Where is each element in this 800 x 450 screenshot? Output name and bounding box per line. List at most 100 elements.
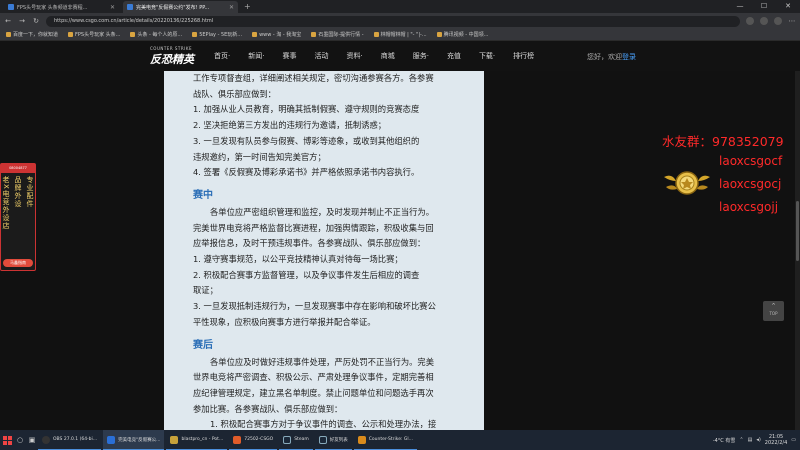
task-view-icon[interactable]: ▣ (26, 436, 38, 444)
bookmark-icon (130, 32, 136, 37)
list-item: 1. 积极配合赛事方对于争议事件的调查、公示和处理办法，接 (210, 419, 437, 430)
list-item: 2. 坚决拒绝第三方发出的违规行为邀请，抵制诱惑； (193, 120, 387, 131)
maximize-icon[interactable]: ☐ (752, 0, 776, 13)
login-area: 您好，欢迎登录 (587, 53, 636, 61)
article-text: 战队、俱乐部应做到： (193, 88, 276, 99)
menu-item-home[interactable]: 首页· (205, 41, 239, 71)
list-item: 取证； (193, 285, 218, 296)
bookmark-icon (311, 32, 317, 37)
list-item: 3. 一旦发现抵制违规行为，一旦发现赛事中存在影响和破坏比赛公 (193, 301, 436, 312)
section-title-after: 赛后 (193, 339, 213, 351)
banner-text: 品牌外设 (14, 176, 22, 208)
article-text: 各单位应及时做好违规事件处理，严厉处罚不正当行为。完美 (210, 356, 435, 367)
app-icon (233, 435, 242, 444)
section-title-during: 赛中 (193, 189, 213, 201)
browser-tab-active[interactable]: 完美电竞"反假赛公约"发布! PP... ✕ (123, 1, 238, 13)
search-icon[interactable]: ○ (14, 436, 26, 444)
login-link[interactable]: 登录 (622, 53, 636, 61)
bookmark-icon (252, 32, 258, 37)
stream-id-overlay: laoxcsgocj (719, 177, 782, 191)
stream-id-overlay: laoxcsgocf (719, 154, 783, 168)
qq-group-overlay: 水友群：978352079 (662, 134, 784, 149)
menu-item-activities[interactable]: 活动 (305, 41, 337, 71)
potplayer-icon (170, 435, 179, 444)
bookmark-icon (436, 32, 442, 37)
bookmark-item[interactable]: 5EPlay - 5E玩新... (192, 31, 242, 38)
list-item: 违规邀约，第一时间告知完美官方； (193, 151, 326, 162)
bookmark-item[interactable]: www - 淘 - 我淘宝 (252, 31, 301, 38)
bookmark-icon (373, 32, 379, 37)
taskbar-app-csgo-window[interactable]: 72502-CSGO (229, 430, 278, 450)
menu-item-shop[interactable]: 商城 (372, 41, 404, 71)
notification-icon[interactable]: ▭ (791, 437, 796, 443)
list-item: 2. 积极配合赛事方监督管理，以及争议事件发生后相应的调查 (193, 269, 420, 280)
menu-item-resources[interactable]: 资料· (337, 41, 371, 71)
article-text: 应举报信息，及时干预违规事件。各参赛战队、俱乐部应做到： (193, 238, 426, 249)
article-text: 应纪律管理规定，建立黑名单制度。禁止问题单位和问题选手再次 (193, 387, 434, 398)
taskbar-app-browser[interactable]: 完美电竞"反假赛公... (103, 430, 165, 450)
window-close-icon[interactable]: ✕ (776, 0, 800, 13)
taskbar-app-potplayer[interactable]: blastpro_cn - Pot... (166, 430, 228, 450)
bookmark-item[interactable]: FPS头号玩家 头条... (68, 31, 120, 38)
weather-text[interactable]: -4°C 有雪 (713, 437, 736, 444)
menu-item-news[interactable]: 新闻· (239, 41, 273, 71)
site-logo[interactable]: COUNTER STRIKE 反恐精英 (150, 46, 200, 66)
article-text: 参加比赛。各参赛战队、俱乐部应做到： (193, 403, 343, 414)
start-button[interactable] (0, 430, 14, 450)
tray-chevron-icon[interactable]: ⌃ (739, 437, 743, 443)
close-icon[interactable]: ✕ (110, 4, 115, 11)
bookmark-icon (68, 32, 74, 37)
side-ad-banner[interactable]: 08004877 老X电竞外设店 品牌外设 专业配件 马鑫指南 (0, 163, 36, 271)
scrollbar-thumb[interactable] (796, 201, 799, 261)
list-item: 1. 遵守赛事规范，以公平竞技精神认真对待每一场比赛； (193, 254, 403, 265)
taskbar-app-steam[interactable]: Steam (279, 430, 313, 450)
bookmark-item[interactable]: 百度一下，你就知道 (6, 31, 58, 38)
menu-item-ranking[interactable]: 排行榜 (504, 41, 543, 71)
bookmarks-bar: 百度一下，你就知道 FPS头号玩家 头条... 头条 - 每个人的原... 5E… (0, 29, 800, 41)
browser-tabbar: FPS头号玩家 头条频道非赛程... ✕ 完美电竞"反假赛公约"发布! PP...… (0, 0, 800, 13)
reload-icon[interactable]: ↻ (32, 17, 40, 25)
extension-icon[interactable] (746, 17, 754, 25)
banner-text: 老X电竞外设店 (2, 176, 10, 230)
bookmark-item[interactable]: 头条 - 每个人的原... (130, 31, 182, 38)
minimize-icon[interactable]: — (728, 0, 752, 13)
back-icon[interactable]: ← (4, 17, 12, 25)
article-text: 工作专项督查组，详细阐述相关规定，密切沟通参赛各方。各参赛 (193, 73, 434, 83)
steam-friends-icon (318, 435, 327, 444)
bookmark-item[interactable]: 林帽帽林帽 | "- "|-... (373, 31, 427, 38)
list-item: 3. 一旦发现有队员参与假赛、博彩等迹象，或收到其他组织的 (193, 135, 420, 146)
close-icon[interactable]: ✕ (229, 4, 234, 11)
tab-favicon-icon (127, 4, 133, 10)
url-input[interactable]: https://www.csgo.com.cn/article/details/… (46, 15, 740, 27)
taskbar-clock[interactable]: 21:05 2022/2/4 (765, 434, 787, 446)
address-bar: ← → ↻ https://www.csgo.com.cn/article/de… (0, 13, 800, 29)
forward-icon[interactable]: → (18, 17, 26, 25)
banner-button[interactable]: 马鑫指南 (3, 259, 33, 267)
menu-item-download[interactable]: 下载· (470, 41, 504, 71)
menu-item-recharge[interactable]: 充值 (438, 41, 470, 71)
back-to-top-button[interactable]: ⌃ TOP (763, 301, 784, 321)
bookmark-icon (6, 32, 11, 37)
taskbar-app-obs[interactable]: OBS 27.0.1 (64-bi... (38, 430, 102, 450)
network-icon[interactable]: ▤ (748, 437, 753, 443)
article-text: 世界电竞将严密调查、积极公示、严肃处理争议事件，定期完善相 (193, 372, 434, 383)
favorites-icon[interactable] (760, 17, 768, 25)
browser-tab[interactable]: FPS头号玩家 头条频道非赛程... ✕ (4, 1, 119, 13)
site-navigation: COUNTER STRIKE 反恐精英 首页· 新闻· 赛事 活动 资料· 商城… (0, 41, 800, 71)
main-menu: 首页· 新闻· 赛事 活动 资料· 商城 服务· 充值 下载· 排行榜 (205, 41, 543, 71)
bookmark-item[interactable]: 腾讯视频 - 中国领... (436, 31, 488, 38)
more-icon[interactable]: ⋯ (788, 17, 796, 25)
profile-avatar[interactable] (774, 17, 782, 25)
page-scrollbar[interactable] (795, 71, 800, 430)
system-tray: -4°C 有雪 ⌃ ▤ ◂) 21:05 2022/2/4 ▭ (713, 434, 800, 446)
menu-item-service[interactable]: 服务· (404, 41, 438, 71)
menu-item-events[interactable]: 赛事 (273, 41, 305, 71)
csgo-icon (357, 435, 366, 444)
volume-icon[interactable]: ◂) (756, 437, 760, 443)
new-tab-icon[interactable]: + (244, 1, 251, 13)
list-item: 1. 加强从业人员教育，明确其抵制假赛、遵守规则的竞赛态度 (193, 104, 420, 115)
arrow-up-icon: ⌃ (770, 302, 777, 310)
taskbar-app-csgo[interactable]: Counter-Strike: Gl... (353, 430, 417, 450)
bookmark-item[interactable]: 石墨国际-提供行情 - (311, 31, 364, 38)
taskbar-app-friends[interactable]: 好友列表 (314, 430, 352, 450)
